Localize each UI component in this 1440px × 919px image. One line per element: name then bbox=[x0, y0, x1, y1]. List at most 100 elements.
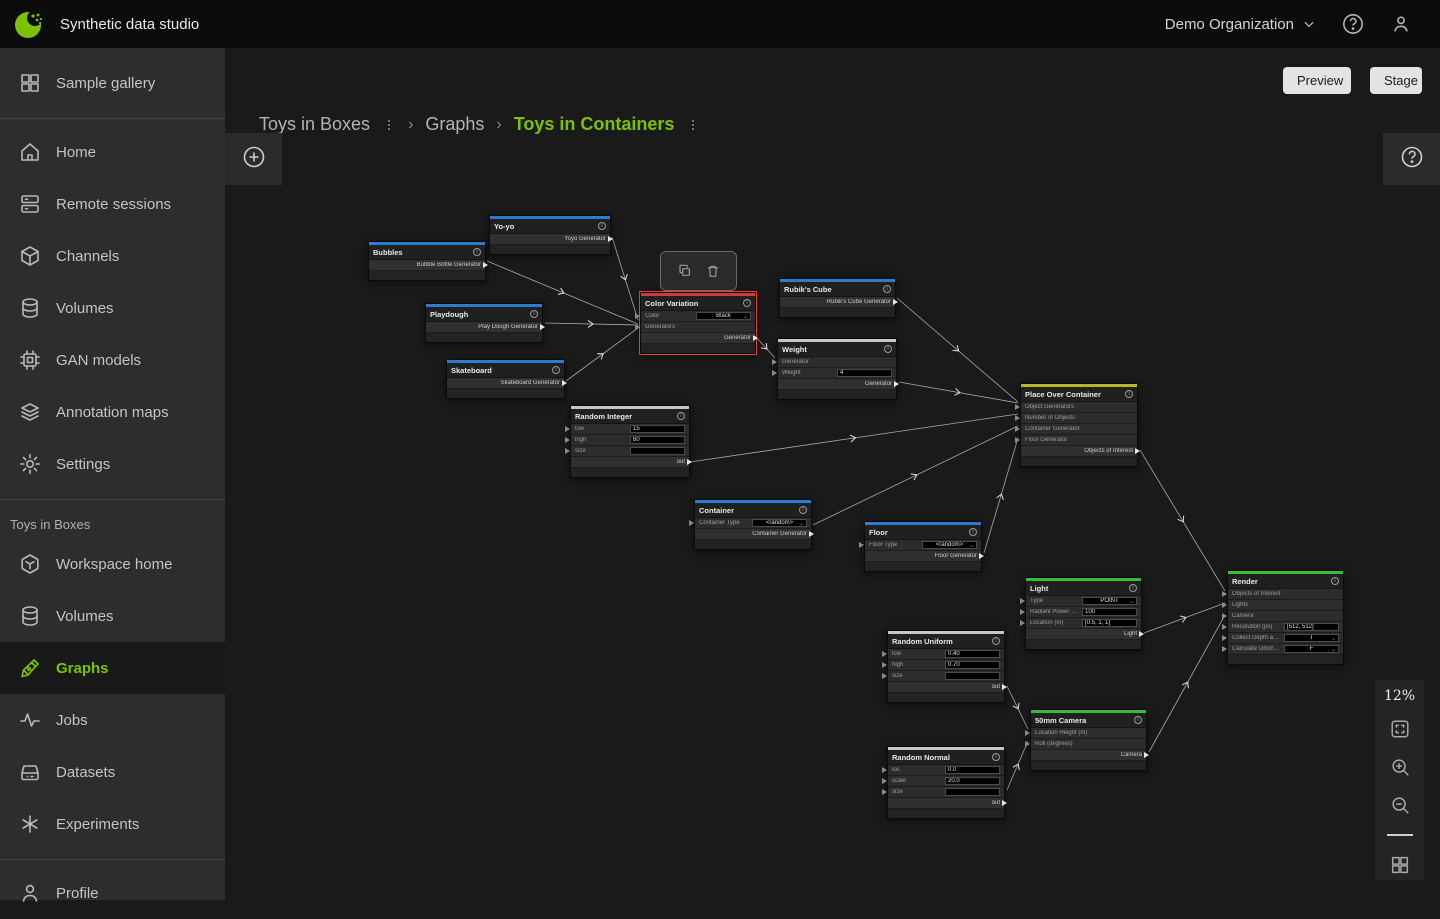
graph-node-place-over-container[interactable]: Place Over Container i Object Generators Nu… bbox=[1015, 383, 1140, 467]
node-info-icon[interactable]: i bbox=[1125, 390, 1133, 398]
input-port[interactable] bbox=[1222, 591, 1230, 597]
sidebar-item-gan-models[interactable]: GAN models bbox=[0, 334, 225, 386]
output-port[interactable] bbox=[562, 380, 570, 386]
node-row-play-dough-generator[interactable]: Play Dough Generator bbox=[426, 322, 545, 333]
sidebar-item-settings[interactable]: Settings bbox=[0, 438, 225, 490]
sidebar-item-volumes[interactable]: Volumes bbox=[0, 282, 225, 334]
input-port[interactable] bbox=[1222, 613, 1230, 619]
input-port[interactable] bbox=[1025, 730, 1033, 736]
node-row-yoyo-generator[interactable]: Yoyo Generator bbox=[490, 234, 613, 245]
graph-node-weight[interactable]: Weight i Generator Weight 4 Generator bbox=[772, 338, 899, 400]
input-port[interactable] bbox=[1222, 624, 1230, 630]
field-value[interactable] bbox=[945, 672, 1000, 680]
node-row-color[interactable]: Color Black ⌄ bbox=[635, 311, 755, 322]
node-info-icon[interactable]: i bbox=[1129, 584, 1137, 592]
graph-node-playdough[interactable]: Playdough i Play Dough Generator bbox=[425, 303, 545, 343]
output-port[interactable] bbox=[893, 299, 901, 305]
input-port[interactable] bbox=[882, 651, 890, 657]
graph-node-rubiks-cube[interactable]: Rubik's Cube i Rubik's Cube Generator bbox=[779, 278, 898, 318]
graph-canvas[interactable]: Toys in Boxes › Graphs › Toys in Containers … bbox=[225, 48, 1440, 900]
node-row-low[interactable]: low 15 bbox=[565, 424, 689, 435]
field-value[interactable]: 60 bbox=[630, 436, 685, 444]
node-row-high[interactable]: high 0.70 bbox=[882, 660, 1004, 671]
node-row-high[interactable]: high 60 bbox=[565, 435, 689, 446]
output-port[interactable] bbox=[608, 236, 616, 242]
field-value[interactable]: 4 bbox=[837, 369, 892, 377]
node-row-size[interactable]: size bbox=[882, 787, 1004, 798]
node-row-generator[interactable]: Generator bbox=[641, 333, 758, 344]
field-value[interactable]: [0.5, 1, 1] bbox=[1082, 619, 1137, 627]
node-info-icon[interactable]: i bbox=[992, 637, 1000, 645]
input-port[interactable] bbox=[1015, 404, 1023, 410]
node-info-icon[interactable]: i bbox=[677, 412, 685, 420]
graph-node-container[interactable]: Container i Container Type <random> ⌄ Contain… bbox=[689, 499, 814, 550]
graph-node-floor[interactable]: Floor i Floor Type <random> ⌄ Floor Generator bbox=[859, 521, 984, 572]
output-port[interactable] bbox=[1144, 752, 1152, 758]
graph-node-random-normal[interactable]: Random Normal i loc 0.0 scale 20.0 size out bbox=[882, 746, 1007, 819]
output-port[interactable] bbox=[979, 553, 987, 559]
output-port[interactable] bbox=[1139, 631, 1147, 637]
input-port[interactable] bbox=[1020, 620, 1028, 626]
graph-node-light[interactable]: Light i Type POINT ⌄ Radiant Power (W) 100 Loca… bbox=[1020, 577, 1144, 650]
help-icon[interactable] bbox=[1342, 13, 1364, 35]
input-port[interactable] bbox=[772, 370, 780, 376]
input-port[interactable] bbox=[565, 426, 573, 432]
field-value[interactable]: 20.0 bbox=[945, 777, 1000, 785]
graph-node-camera-50mm[interactable]: 50mm Camera i Location Height (m) Roll (deg… bbox=[1025, 709, 1149, 771]
input-port[interactable] bbox=[1222, 635, 1230, 641]
node-row-floor-generator[interactable]: Floor Generator bbox=[865, 551, 984, 562]
input-port[interactable] bbox=[1020, 598, 1028, 604]
graph-node-yoyo[interactable]: Yo-yo i Yoyo Generator bbox=[489, 215, 613, 255]
node-row-weight[interactable]: Weight 4 bbox=[772, 368, 896, 379]
field-value[interactable]: 0.40 bbox=[945, 650, 1000, 658]
input-port[interactable] bbox=[1020, 609, 1028, 615]
org-switcher[interactable]: Demo Organization bbox=[1165, 16, 1316, 33]
sidebar-item-annotation-maps[interactable]: Annotation maps bbox=[0, 386, 225, 438]
input-port[interactable] bbox=[1015, 415, 1023, 421]
node-row-lights[interactable]: Lights bbox=[1222, 600, 1343, 611]
output-port[interactable] bbox=[753, 335, 761, 341]
input-port[interactable] bbox=[1222, 602, 1230, 608]
delete-node-icon[interactable] bbox=[705, 263, 721, 279]
output-port[interactable] bbox=[687, 459, 695, 465]
node-row-calculate-obstruction[interactable]: Calculate ObstructionF⌄ bbox=[1222, 644, 1343, 655]
sidebar-item-experiments[interactable]: Experiments bbox=[0, 798, 225, 850]
graph-node-bubbles[interactable]: Bubbles i Bubble Bottle Generator bbox=[368, 241, 488, 281]
input-port[interactable] bbox=[1025, 741, 1033, 747]
node-info-icon[interactable]: i bbox=[969, 528, 977, 536]
node-row-out[interactable]: out bbox=[888, 682, 1007, 693]
node-row-size[interactable]: size bbox=[565, 446, 689, 457]
node-row-collect-depth-and-normal-ma[interactable]: Collect Depth and Normal Ma...T⌄ bbox=[1222, 633, 1343, 644]
node-info-icon[interactable]: i bbox=[883, 285, 891, 293]
node-row-objects-of-interest[interactable]: Objects of Interest bbox=[1222, 589, 1343, 600]
output-port[interactable] bbox=[1002, 800, 1010, 806]
input-port[interactable] bbox=[1222, 646, 1230, 652]
field-value[interactable]: 0.0 bbox=[945, 766, 1000, 774]
field-value[interactable]: 0.70 bbox=[945, 661, 1000, 669]
node-info-icon[interactable]: i bbox=[598, 222, 606, 230]
sidebar-item-home[interactable]: Home bbox=[0, 126, 225, 178]
node-info-icon[interactable]: i bbox=[992, 753, 1000, 761]
graph-node-skateboard[interactable]: Skateboard i Skateboard Generator bbox=[446, 359, 567, 399]
field-value[interactable]: [512, 512] bbox=[1284, 623, 1339, 631]
field-value[interactable] bbox=[945, 788, 1000, 796]
node-row-container-generator[interactable]: Container Generator bbox=[1015, 424, 1137, 435]
graph-node-render[interactable]: Render i Objects of Interest Lights Camera Re… bbox=[1222, 570, 1344, 665]
node-row-generator[interactable]: Generator bbox=[772, 357, 896, 368]
sidebar-item-datasets[interactable]: Datasets bbox=[0, 746, 225, 798]
sidebar-item-jobs[interactable]: Jobs bbox=[0, 694, 225, 746]
node-row-low[interactable]: low 0.40 bbox=[882, 649, 1004, 660]
node-row-light[interactable]: Light bbox=[1026, 629, 1144, 640]
field-value[interactable]: 100 bbox=[1082, 608, 1137, 616]
sidebar-item-workspace-home[interactable]: Workspace home bbox=[0, 538, 225, 590]
input-port[interactable] bbox=[882, 789, 890, 795]
input-port[interactable] bbox=[882, 673, 890, 679]
account-icon[interactable] bbox=[1390, 13, 1412, 35]
node-row-floor-generator[interactable]: Floor Generator bbox=[1015, 435, 1137, 446]
output-port[interactable] bbox=[1135, 448, 1143, 454]
node-info-icon[interactable]: i bbox=[884, 345, 892, 353]
sidebar-item-profile[interactable]: Profile bbox=[0, 867, 225, 919]
graph-node-random-integer[interactable]: Random Integer i low 15 high 60 size out bbox=[565, 405, 692, 478]
node-row-roll-degrees[interactable]: Roll (degrees) bbox=[1025, 739, 1146, 750]
input-port[interactable] bbox=[635, 324, 643, 330]
